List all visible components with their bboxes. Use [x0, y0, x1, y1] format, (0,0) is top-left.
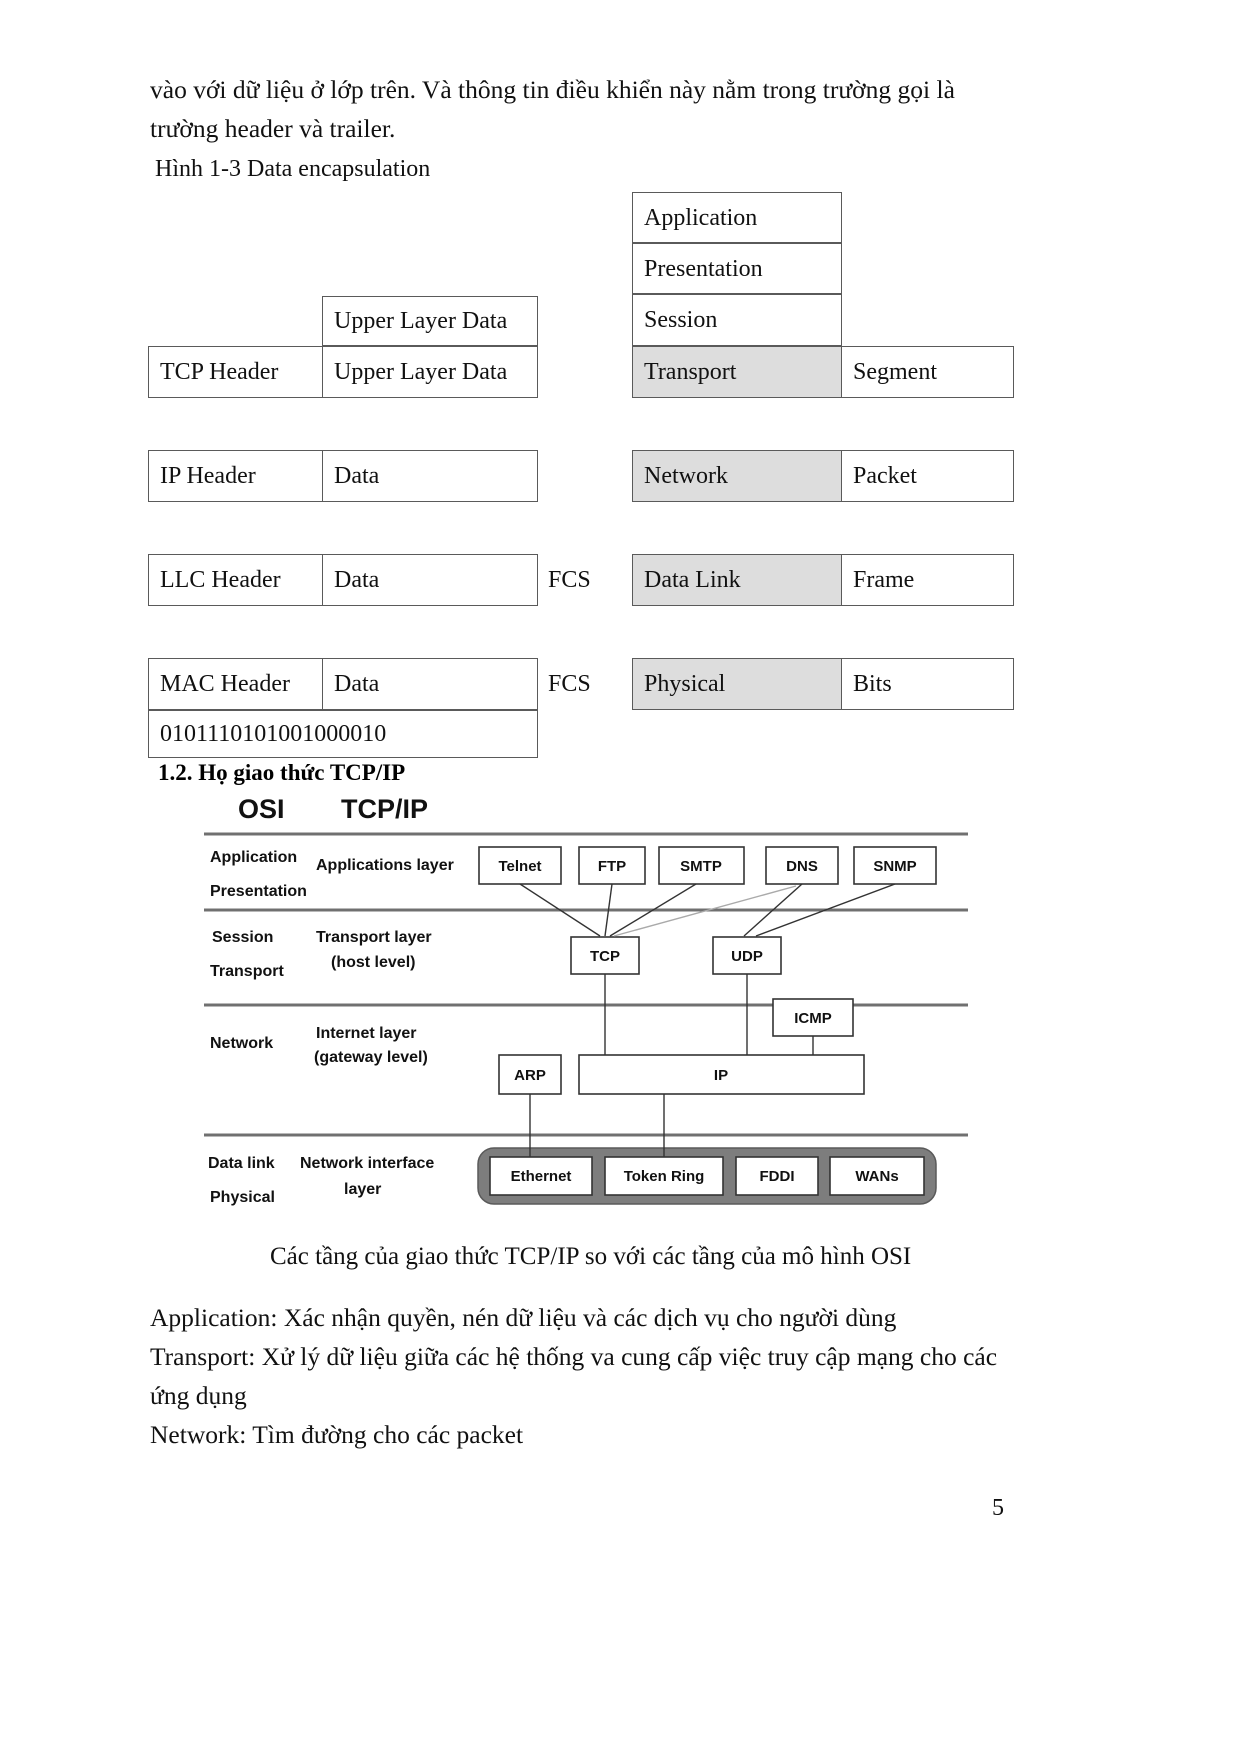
osi-cell-presentation: Presentation: [632, 243, 842, 294]
tcpip-label-transport-layer-1: Transport layer: [316, 929, 432, 946]
osi-cell-data-link: Data Link: [632, 554, 842, 606]
figure-label: Hình 1-3 Data encapsulation: [155, 156, 431, 182]
tcpip-label-netif-layer-1: Network interface: [300, 1155, 434, 1172]
protocol-label-ip: IP: [714, 1067, 728, 1084]
osi-cell-network: Network: [632, 450, 842, 502]
section-heading-1-2: 1.2. Họ giao thức TCP/IP: [158, 760, 406, 785]
document-page: vào với dữ liệu ở lớp trên. Và thông tin…: [0, 0, 1239, 1754]
tcpip-label-internet-layer-1: Internet layer: [316, 1025, 416, 1042]
llc-payload-cell: Data: [322, 554, 538, 606]
protocol-label-icmp: ICMP: [794, 1010, 832, 1027]
page-number: 5: [992, 1495, 1004, 1521]
tcp-payload-cell: Upper Layer Data: [322, 346, 538, 398]
llc-header-cell: LLC Header: [148, 554, 323, 606]
osi-label-session: Session: [212, 929, 273, 946]
osi-label-network: Network: [210, 1035, 273, 1052]
osi-tcpip-comparison-figure: .ft { font-family:"Liberation Sans", san…: [196, 790, 976, 1240]
protocol-label-telnet: Telnet: [498, 858, 541, 875]
netif-label-fddi: FDDI: [760, 1168, 795, 1185]
figure-caption: Các tầng của giao thức TCP/IP so với các…: [270, 1243, 912, 1270]
protocol-label-ftp: FTP: [598, 858, 626, 875]
osi-label-presentation: Presentation: [210, 883, 307, 900]
osi-cell-session: Session: [632, 294, 842, 346]
tail-line-application: Application: Xác nhận quyền, nén dữ liệu…: [150, 1303, 897, 1332]
tcpip-label-internet-layer-2: (gateway level): [314, 1049, 428, 1066]
netif-label-token-ring: Token Ring: [624, 1168, 705, 1185]
netif-label-wans: WANs: [855, 1168, 898, 1185]
mac-header-cell: MAC Header: [148, 658, 323, 710]
protocol-label-tcp: TCP: [590, 948, 620, 965]
mac-payload-cell: Data: [322, 658, 538, 710]
netif-label-ethernet: Ethernet: [511, 1168, 572, 1185]
llc-fcs-label: FCS: [548, 567, 591, 593]
ip-payload-cell: Data: [322, 450, 538, 502]
osi-cell-physical: Physical: [632, 658, 842, 710]
tail-line-transport: Transport: Xử lý dữ liệu giữa các hệ thố…: [150, 1342, 998, 1371]
mac-fcs-label: FCS: [548, 671, 591, 697]
pdu-cell-bits: Bits: [841, 658, 1014, 710]
protocol-label-dns: DNS: [786, 858, 818, 875]
upper-layer-data-cell: Upper Layer Data: [322, 296, 538, 346]
osi-cell-transport: Transport: [632, 346, 842, 398]
tcpip-label-applications-layer: Applications layer: [316, 857, 454, 874]
osi-label-data-link: Data link: [208, 1155, 275, 1172]
osi-label-physical: Physical: [210, 1189, 275, 1206]
osi-cell-application: Application: [632, 192, 842, 243]
pdu-cell-segment: Segment: [841, 346, 1014, 398]
tcp-header-cell: TCP Header: [148, 346, 323, 398]
osi-label-transport: Transport: [210, 963, 284, 980]
tail-line-transport-cont: ứng dụng: [150, 1381, 247, 1410]
protocol-label-snmp: SNMP: [873, 858, 916, 875]
tcpip-label-transport-layer-2: (host level): [331, 954, 415, 971]
tail-line-network: Network: Tìm đường cho các packet: [150, 1420, 524, 1449]
figure-header-tcpip: TCP/IP: [341, 794, 428, 824]
tcpip-label-netif-layer-2: layer: [344, 1181, 381, 1198]
pdu-cell-packet: Packet: [841, 450, 1014, 502]
protocol-label-udp: UDP: [731, 948, 763, 965]
pdu-cell-frame: Frame: [841, 554, 1014, 606]
intro-paragraph: vào với dữ liệu ở lớp trên. Và thông tin…: [150, 75, 955, 143]
osi-label-application: Application: [210, 849, 297, 866]
bit-string-cell: 0101110101001000010: [148, 710, 538, 758]
figure-header-osi: OSI: [238, 794, 285, 824]
protocol-label-smtp: SMTP: [680, 858, 722, 875]
ip-header-cell: IP Header: [148, 450, 323, 502]
protocol-label-arp: ARP: [514, 1067, 546, 1084]
